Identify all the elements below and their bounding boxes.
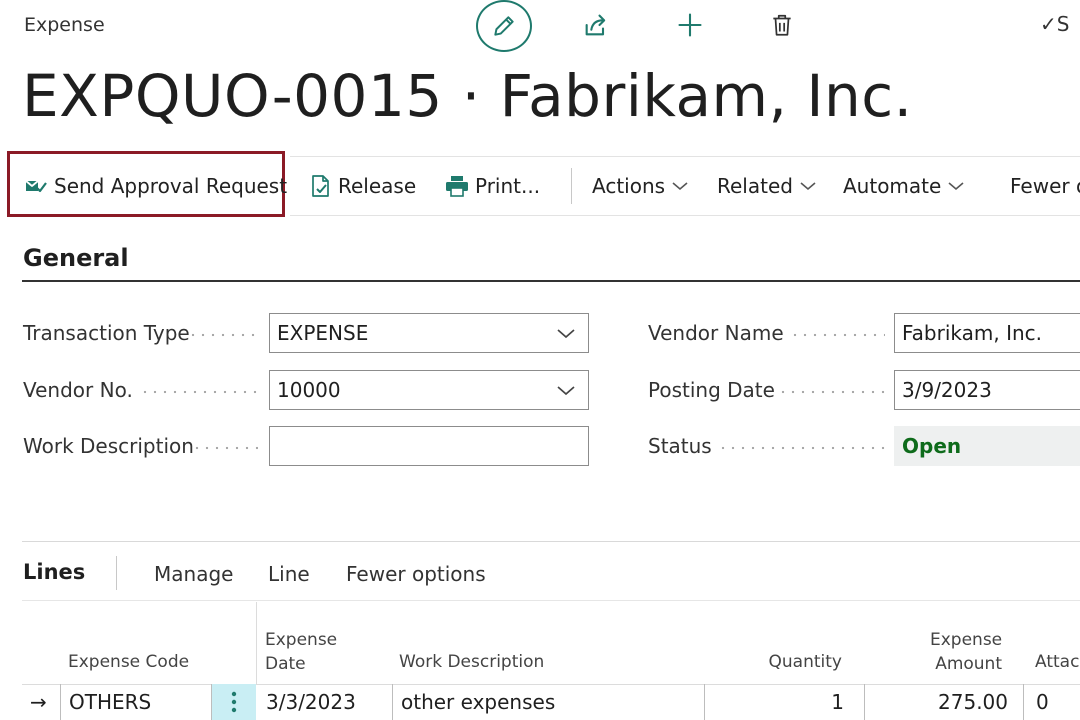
- release-button[interactable]: Release: [310, 156, 416, 216]
- plus-icon: [678, 13, 702, 37]
- leader-dots: [140, 370, 258, 410]
- leader-dots: [192, 426, 258, 466]
- posting-date-value: 3/9/2023: [902, 378, 992, 402]
- chevron-down-icon: [672, 182, 688, 191]
- leader-dots: [718, 426, 885, 466]
- delete-button[interactable]: [767, 10, 797, 40]
- vendor-no-value: 10000: [277, 378, 341, 402]
- automate-menu[interactable]: Automate: [843, 156, 965, 216]
- vendor-name-value: Fabrikam, Inc.: [902, 321, 1043, 345]
- row-expense-amount[interactable]: 275.00: [900, 684, 1008, 720]
- vendor-name-label: Vendor Name: [648, 321, 784, 345]
- lines-top-divider: [22, 541, 1080, 542]
- more-vertical-icon: [231, 691, 237, 713]
- row-actions-menu[interactable]: [212, 684, 256, 720]
- chevron-down-icon: [948, 182, 964, 191]
- send-approval-icon: [25, 180, 47, 193]
- col-header-attachments[interactable]: Attach: [1035, 650, 1080, 674]
- fewer-options-button[interactable]: Fewer o: [1010, 156, 1080, 216]
- edit-button[interactable]: [476, 0, 532, 52]
- automate-label: Automate: [843, 174, 942, 198]
- lines-separator: [116, 556, 117, 590]
- col-header-work-description[interactable]: Work Description: [399, 650, 544, 674]
- page-type-label: Expense: [24, 14, 105, 36]
- col-header-expense-date-line2: Date: [265, 654, 306, 674]
- chevron-down-icon: [557, 386, 575, 396]
- page-title: EXPQUO-0015 · Fabrikam, Inc.: [22, 62, 913, 130]
- column-divider: [256, 602, 257, 684]
- col-header-expense-amount[interactable]: Expense Amount: [930, 628, 1002, 676]
- print-button[interactable]: Print...: [445, 156, 540, 216]
- row-quantity[interactable]: 1: [760, 684, 844, 720]
- general-section-rule: [22, 280, 1080, 282]
- leader-dots: [790, 313, 885, 353]
- general-section-title: General: [23, 244, 129, 272]
- send-approval-request-button[interactable]: Send Approval Request: [24, 156, 287, 216]
- col-header-expense-date[interactable]: Expense Date: [265, 628, 337, 676]
- saved-indicator: ✓S: [1040, 12, 1070, 36]
- col-header-quantity[interactable]: Quantity: [760, 650, 842, 674]
- lines-manage-menu[interactable]: Manage: [154, 562, 233, 586]
- release-label: Release: [338, 174, 417, 198]
- lines-section-title: Lines: [23, 560, 86, 584]
- posting-date-input[interactable]: 3/9/2023: [894, 370, 1080, 410]
- vendor-no-select[interactable]: 10000: [269, 370, 589, 410]
- printer-icon: [446, 176, 468, 197]
- work-description-label: Work Description: [23, 434, 194, 458]
- action-bar: Send Approval Request Release Print... A…: [0, 151, 1080, 217]
- row-attachments[interactable]: 0: [1036, 684, 1049, 720]
- status-value: Open: [894, 426, 1080, 466]
- transaction-type-label: Transaction Type: [23, 321, 190, 345]
- transaction-type-select[interactable]: EXPENSE: [269, 313, 589, 353]
- print-label: Print...: [475, 174, 541, 198]
- lines-line-menu[interactable]: Line: [268, 562, 310, 586]
- release-document-icon: [312, 175, 329, 197]
- status-label: Status: [648, 434, 712, 458]
- share-icon: [585, 14, 606, 36]
- work-description-input[interactable]: [269, 426, 589, 466]
- leader-dots: [778, 370, 885, 410]
- col-header-expense-amount-line2: Amount: [935, 654, 1002, 674]
- related-label: Related: [717, 174, 793, 198]
- transaction-type-value: EXPENSE: [277, 321, 369, 345]
- row-expense-date[interactable]: 3/3/2023: [266, 684, 356, 720]
- send-approval-label: Send Approval Request: [54, 174, 288, 198]
- vendor-name-input[interactable]: Fabrikam, Inc.: [894, 313, 1080, 353]
- actions-menu[interactable]: Actions: [592, 156, 689, 216]
- leader-dots: [188, 313, 258, 353]
- trash-icon: [773, 14, 791, 36]
- actionbar-separator: [571, 168, 572, 204]
- posting-date-label: Posting Date: [648, 378, 775, 402]
- actions-label: Actions: [592, 174, 666, 198]
- chevron-down-icon: [557, 329, 575, 339]
- chevron-down-icon: [800, 182, 816, 191]
- row-work-description[interactable]: other expenses: [401, 684, 555, 720]
- pencil-icon: [494, 16, 514, 36]
- lines-fewer-options[interactable]: Fewer options: [346, 562, 486, 586]
- col-header-expense-date-line1: Expense: [265, 630, 338, 650]
- new-button[interactable]: [675, 10, 705, 40]
- col-header-expense-code[interactable]: Expense Code: [68, 650, 189, 674]
- row-expense-code[interactable]: OTHERS: [69, 684, 151, 720]
- col-header-expense-amount-line1: Expense: [930, 630, 1003, 650]
- current-row-arrow: →: [30, 690, 47, 714]
- lines-header-divider: [22, 600, 1080, 601]
- related-menu[interactable]: Related: [717, 156, 817, 216]
- vendor-no-label: Vendor No.: [23, 378, 133, 402]
- share-button[interactable]: [581, 10, 611, 40]
- fewer-options-label: Fewer o: [1010, 174, 1080, 198]
